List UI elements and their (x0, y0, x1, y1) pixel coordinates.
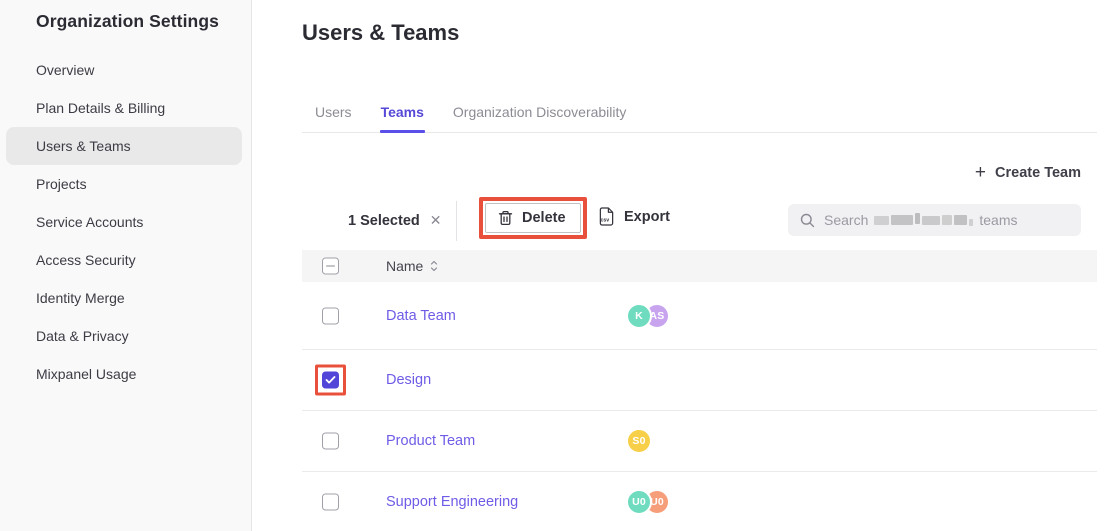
table-header-row: Name (302, 250, 1097, 282)
table-row-support-engineering: Support Engineering U0 U0 (302, 472, 1097, 531)
sidebar-item-plan-details-billing[interactable]: Plan Details & Billing (6, 89, 242, 127)
sidebar-item-data-privacy[interactable]: Data & Privacy (6, 317, 242, 355)
search-placeholder-suffix: teams (979, 212, 1017, 228)
redacted-text (874, 215, 973, 226)
sort-icon (430, 260, 438, 272)
row-checkbox-product-team[interactable] (322, 433, 339, 450)
delete-button[interactable]: Delete (485, 203, 581, 233)
clear-selection-icon[interactable]: ✕ (430, 212, 442, 229)
team-link-product-team[interactable]: Product Team (386, 433, 475, 449)
tab-org-discoverability-label: Organization Discoverability (453, 104, 627, 120)
sidebar-item-identity-merge[interactable]: Identity Merge (6, 279, 242, 317)
team-link-design[interactable]: Design (386, 372, 431, 388)
plus-icon: + (975, 165, 986, 181)
annotation-highlight-delete: Delete (479, 197, 587, 239)
export-button[interactable]: csv Export (598, 207, 670, 226)
create-team-button[interactable]: + Create Team (975, 165, 1081, 181)
selected-count: 1 Selected (348, 213, 420, 229)
column-name-label: Name (386, 258, 423, 274)
indeterminate-dash-icon (326, 265, 335, 267)
annotation-highlight-checkbox (315, 365, 346, 396)
table-row-design: Design (302, 350, 1097, 411)
team-link-data-team[interactable]: Data Team (386, 308, 456, 324)
selection-bar: 1 Selected ✕ (348, 212, 441, 229)
sidebar-item-users-teams[interactable]: Users & Teams (6, 127, 242, 165)
tab-users-label: Users (315, 104, 352, 120)
search-input[interactable]: Search teams (788, 204, 1081, 236)
sidebar-item-mixpanel-usage[interactable]: Mixpanel Usage (6, 355, 242, 393)
row-checkbox-data-team[interactable] (322, 307, 339, 324)
organization-settings-page: Organization Settings Overview Plan Deta… (0, 0, 1108, 531)
tab-teams-label: Teams (381, 104, 424, 120)
check-icon (325, 376, 336, 385)
row-checkbox-support-engineering[interactable] (322, 494, 339, 511)
avatar-group: K AS (626, 303, 670, 329)
table-row-data-team: Data Team K AS (302, 282, 1097, 350)
search-placeholder: Search teams (824, 212, 1017, 228)
sidebar-item-service-accounts[interactable]: Service Accounts (6, 203, 242, 241)
column-header-name[interactable]: Name (386, 258, 438, 274)
sidebar-item-projects[interactable]: Projects (6, 165, 242, 203)
export-button-label: Export (624, 209, 670, 225)
search-icon (800, 213, 815, 228)
select-all-checkbox[interactable] (322, 258, 339, 275)
tab-bar: Users Teams Organization Discoverability (302, 92, 1097, 133)
tab-users[interactable]: Users (314, 92, 353, 132)
toolbar-divider (456, 201, 457, 241)
sidebar-nav: Overview Plan Details & Billing Users & … (0, 51, 251, 393)
row-checkbox-design[interactable] (322, 372, 339, 389)
sidebar-item-access-security[interactable]: Access Security (6, 241, 242, 279)
page-title: Users & Teams (302, 20, 459, 46)
search-placeholder-prefix: Search (824, 212, 868, 228)
avatar: S0 (626, 428, 652, 454)
svg-text:csv: csv (600, 217, 609, 223)
sidebar-item-overview[interactable]: Overview (6, 51, 242, 89)
tab-teams[interactable]: Teams (380, 92, 425, 132)
team-link-support-engineering[interactable]: Support Engineering (386, 494, 518, 510)
avatar-group: U0 U0 (626, 489, 670, 515)
table-row-product-team: Product Team S0 (302, 411, 1097, 472)
create-team-label: Create Team (995, 165, 1081, 181)
avatar-group: S0 (626, 428, 652, 454)
csv-file-icon: csv (598, 207, 615, 226)
teams-table: Name Data Team K AS (302, 250, 1097, 531)
settings-sidebar: Organization Settings Overview Plan Deta… (0, 0, 252, 531)
trash-icon (498, 210, 513, 226)
active-tab-underline (380, 130, 425, 134)
avatar: U0 (626, 489, 652, 515)
avatar: K (626, 303, 652, 329)
tab-organization-discoverability[interactable]: Organization Discoverability (452, 92, 628, 132)
delete-button-label: Delete (522, 210, 566, 226)
sidebar-title: Organization Settings (36, 11, 219, 32)
